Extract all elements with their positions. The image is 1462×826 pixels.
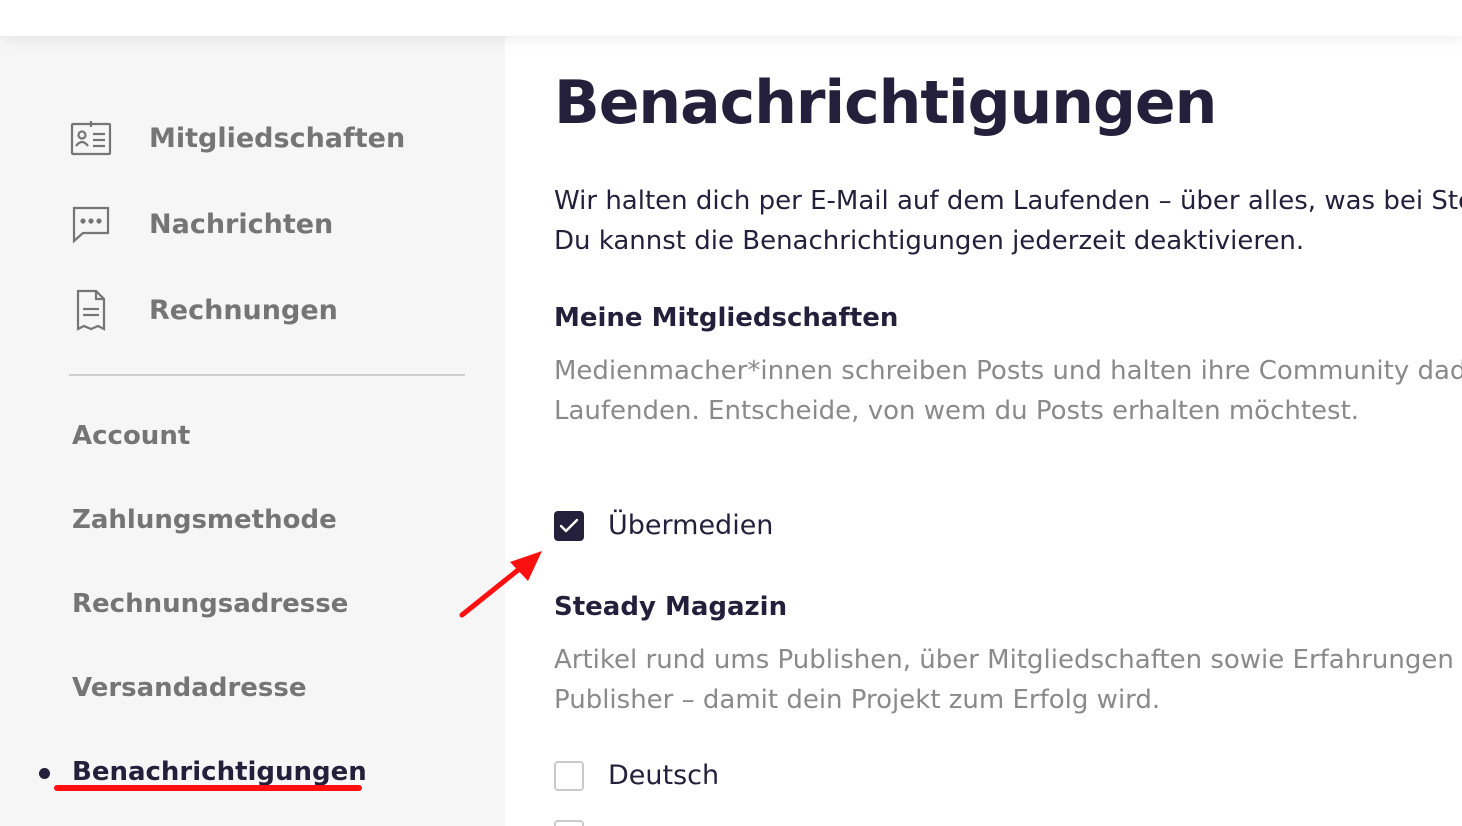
section-title-mitgliedschaften: Meine Mitgliedschaften [554, 303, 899, 333]
intro-text: Wir halten dich per E-Mail auf dem Laufe… [554, 186, 1462, 256]
checkbox-row-deutsch[interactable]: Deutsch [554, 760, 719, 791]
checkbox-label: Übermedien [608, 510, 774, 541]
sidebar-link-zahlungsmethode[interactable]: Zahlungsmethode [72, 505, 337, 535]
sidebar-item-label: Nachrichten [149, 208, 334, 240]
chat-bubble-icon [69, 202, 113, 246]
section-description-steady-magazin: Artikel rund ums Publishen, über Mitglie… [554, 645, 1462, 715]
checkbox-uebermedien[interactable] [554, 510, 584, 541]
active-indicator-dot [39, 768, 50, 779]
sidebar-divider [69, 374, 465, 376]
top-bar [0, 0, 1462, 36]
section-title-steady-magazin: Steady Magazin [554, 592, 788, 622]
sidebar: Mitgliedschaften Nachrichten Rechnungen … [0, 36, 505, 826]
sidebar-item-rechnungen[interactable]: Rechnungen [69, 288, 338, 332]
sidebar-item-nachrichten[interactable]: Nachrichten [69, 202, 333, 246]
sidebar-link-versandadresse[interactable]: Versandadresse [72, 673, 307, 703]
checkbox-label: Deutsch [608, 760, 720, 791]
annotation-arrow [459, 551, 542, 618]
page-title: Benachrichtigungen [554, 68, 1217, 138]
sidebar-item-mitgliedschaften[interactable]: Mitgliedschaften [69, 116, 405, 160]
sidebar-link-account[interactable]: Account [72, 421, 190, 451]
sidebar-link-rechnungsadresse[interactable]: Rechnungsadresse [72, 589, 348, 619]
invoice-document-icon [69, 288, 113, 332]
checkmark-icon [559, 518, 579, 532]
main-content: Benachrichtigungen Wir halten dich per E… [554, 36, 1462, 826]
section-description-mitgliedschaften: Medienmacher*innen schreiben Posts und h… [554, 356, 1462, 426]
checkbox-deutsch[interactable] [554, 760, 584, 791]
checkbox-next-partial[interactable] [554, 820, 584, 826]
sidebar-link-benachrichtigungen[interactable]: Benachrichtigungen [72, 757, 367, 787]
checkbox-row-uebermedien[interactable]: Übermedien [554, 510, 773, 541]
sidebar-item-label: Rechnungen [149, 294, 338, 326]
membership-card-icon [69, 116, 113, 160]
annotation-underline [54, 785, 362, 791]
sidebar-item-label: Mitgliedschaften [149, 122, 406, 154]
